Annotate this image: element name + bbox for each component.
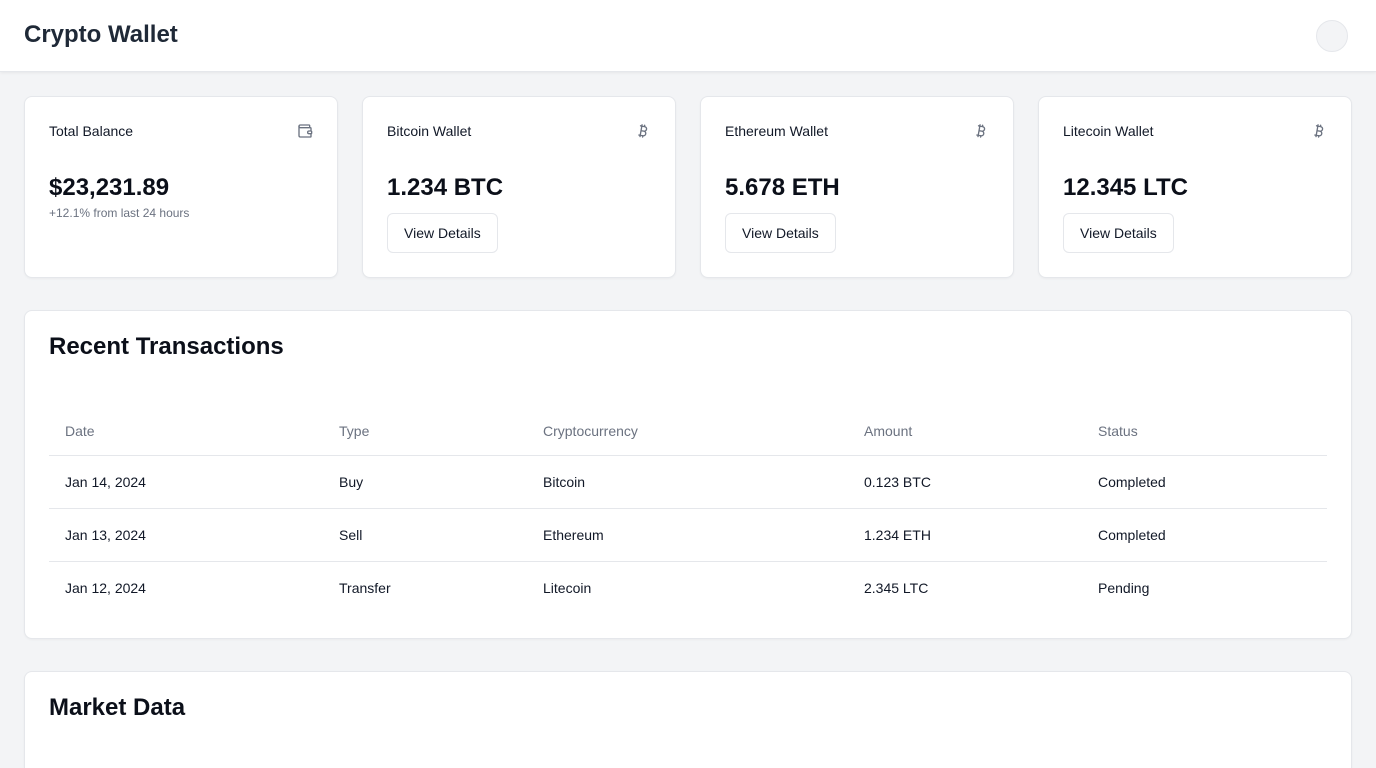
cell-amount: 0.123 BTC: [848, 455, 1082, 509]
table-row: Jan 14, 2024 Buy Bitcoin 0.123 BTC Compl…: [49, 455, 1327, 509]
app-title: Crypto Wallet: [24, 21, 178, 48]
ethereum-wallet-card: Ethereum Wallet 5.678 ETH View Details: [700, 96, 1014, 278]
table-row: Jan 12, 2024 Transfer Litecoin 2.345 LTC…: [49, 561, 1327, 614]
cell-status: Pending: [1098, 579, 1150, 596]
cell-amount: 2.345 LTC: [864, 579, 929, 596]
litecoin-view-details-button[interactable]: View Details: [1063, 213, 1174, 253]
total-balance-title: Total Balance: [49, 123, 134, 139]
wallet-icon: [298, 124, 313, 138]
user-avatar[interactable]: [1316, 20, 1348, 52]
bitcoin-icon: [1314, 124, 1324, 138]
bitcoin-icon: [638, 124, 648, 138]
cell-cryptocurrency: Litecoin: [543, 579, 592, 596]
total-balance-value: $23,231.89: [49, 174, 170, 201]
column-header-amount: Amount: [848, 407, 1082, 456]
cell-date: Jan 13, 2024: [49, 508, 323, 562]
bitcoin-view-details-button[interactable]: View Details: [387, 213, 498, 253]
cell-cryptocurrency: Ethereum: [527, 508, 848, 562]
cell-type: Sell: [323, 508, 527, 562]
litecoin-balance-value: 12.345 LTC: [1063, 174, 1188, 201]
top-bar: Crypto Wallet: [0, 0, 1376, 72]
column-header-type: Type: [323, 407, 527, 456]
ethereum-view-details-button[interactable]: View Details: [725, 213, 836, 253]
column-header-cryptocurrency: Cryptocurrency: [527, 407, 848, 456]
market-data-title: Market Data: [49, 694, 186, 721]
ethereum-balance-value: 5.678 ETH: [725, 174, 840, 201]
cell-status: Completed: [1082, 455, 1327, 509]
ethereum-wallet-title: Ethereum Wallet: [725, 123, 828, 139]
cell-status: Completed: [1082, 508, 1327, 562]
cell-type: Buy: [323, 455, 527, 509]
cell-cryptocurrency: Bitcoin: [527, 455, 848, 509]
market-data-card: Market Data: [24, 671, 1352, 768]
cell-type: Transfer: [339, 579, 391, 596]
table-header-row: Date Type Cryptocurrency Amount Status: [49, 407, 1327, 456]
balance-change-text: +12.1% from last 24 hours: [49, 206, 190, 220]
recent-transactions-title: Recent Transactions: [49, 333, 284, 360]
bitcoin-balance-value: 1.234 BTC: [387, 174, 504, 201]
bitcoin-wallet-title: Bitcoin Wallet: [387, 123, 472, 139]
transactions-table: Date Type Cryptocurrency Amount Status J…: [49, 407, 1327, 614]
bitcoin-wallet-card: Bitcoin Wallet 1.234 BTC View Details: [362, 96, 676, 278]
cell-date: Jan 14, 2024: [49, 455, 323, 509]
cell-date: Jan 12, 2024: [65, 579, 146, 596]
table-row: Jan 13, 2024 Sell Ethereum 1.234 ETH Com…: [49, 508, 1327, 562]
cell-amount: 1.234 ETH: [848, 508, 1082, 562]
litecoin-wallet-card: Litecoin Wallet 12.345 LTC View Details: [1038, 96, 1352, 278]
bitcoin-icon: [976, 124, 986, 138]
column-header-date: Date: [49, 407, 323, 456]
total-balance-card: Total Balance $23,231.89 +12.1% from las…: [24, 96, 338, 278]
column-header-status: Status: [1082, 407, 1327, 456]
recent-transactions-card: Recent Transactions Date Type Cryptocurr…: [24, 310, 1352, 639]
litecoin-wallet-title: Litecoin Wallet: [1063, 123, 1154, 139]
